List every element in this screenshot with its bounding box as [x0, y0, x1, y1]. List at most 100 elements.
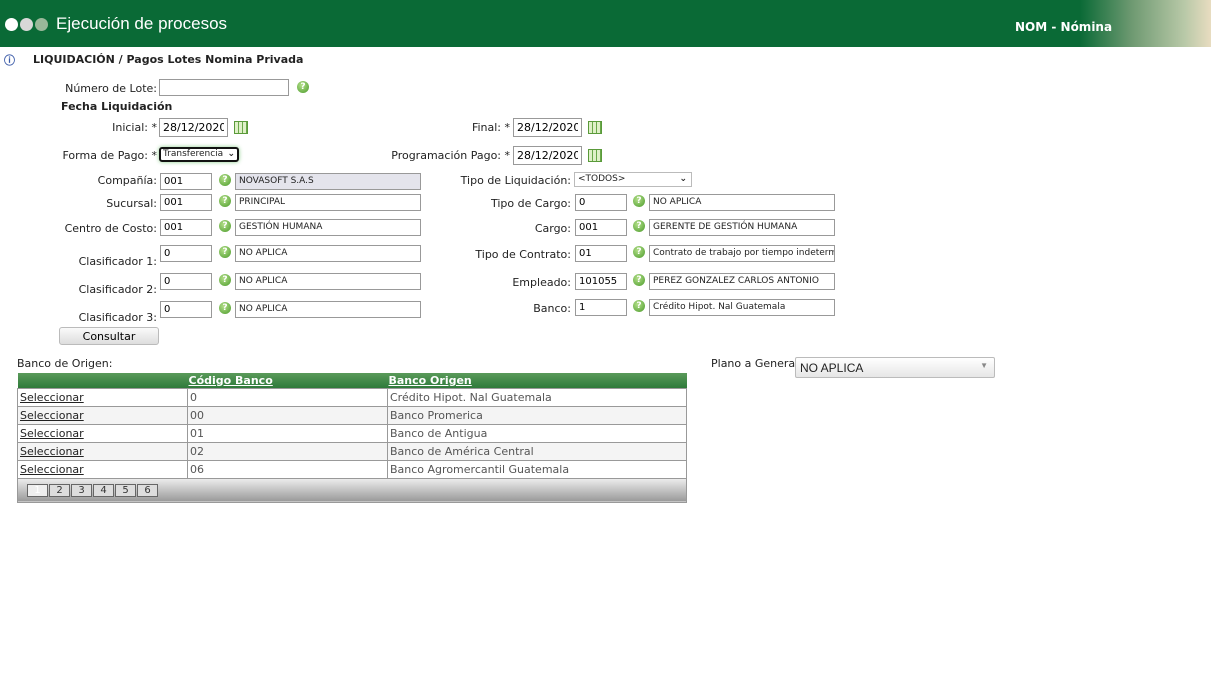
code-input[interactable] [160, 173, 212, 190]
seleccionar-link[interactable]: Seleccionar [20, 463, 84, 476]
consultar-button[interactable]: Consultar [59, 327, 159, 345]
module-name: NOM - Nómina [1015, 20, 1113, 34]
codigo-cell: 00 [187, 405, 388, 425]
inicial-label: Inicial: * [112, 121, 157, 134]
banco-cell: Banco Agromercantil Guatemala [387, 459, 687, 479]
page-button[interactable]: 3 [71, 484, 92, 497]
field-label: Tipo de Contrato: [475, 248, 571, 261]
code-input[interactable] [160, 245, 212, 262]
code-input[interactable] [575, 194, 627, 211]
page-button[interactable]: 5 [115, 484, 136, 497]
field-label: Tipo de Cargo: [490, 197, 571, 210]
field-label: Empleado: [512, 276, 571, 289]
column-header [17, 373, 188, 388]
chevron-down-icon: ⌄ [679, 174, 687, 184]
column-header-codigo[interactable]: Código Banco [187, 373, 388, 388]
field-label: Sucursal: [106, 197, 157, 210]
codigo-cell: 01 [187, 423, 388, 443]
field-label: Compañía: [97, 174, 157, 187]
help-icon[interactable]: ? [633, 246, 645, 258]
banco-cell: Crédito Hipot. Nal Guatemala [387, 387, 687, 407]
calendar-icon[interactable] [234, 121, 248, 134]
banco-cell: Banco Promerica [387, 405, 687, 425]
calendar-icon[interactable] [588, 121, 602, 134]
seleccionar-link[interactable]: Seleccionar [20, 427, 84, 440]
banco-origen-label: Banco de Origen: [17, 357, 113, 370]
field-label: Clasificador 1: [78, 255, 157, 268]
plano-label: Plano a Generar: [711, 357, 804, 370]
breadcrumb: LIQUIDACIÓN / Pagos Lotes Nomina Privada [33, 53, 304, 66]
dot-icon [5, 18, 18, 31]
tipo-liquidacion-value: <TODOS> [578, 174, 626, 184]
plano-value: NO APLICA [800, 361, 864, 375]
forma-pago-value: Transferencia [163, 149, 224, 159]
field-label: Clasificador 2: [78, 283, 157, 296]
code-input[interactable] [160, 301, 212, 318]
banco-cell: Banco de América Central [387, 441, 687, 461]
code-input[interactable] [160, 273, 212, 290]
code-input[interactable] [575, 245, 627, 262]
codigo-cell: 06 [187, 459, 388, 479]
forma-pago-label: Forma de Pago: * [62, 149, 158, 162]
page-button[interactable]: 2 [49, 484, 70, 497]
seleccionar-link[interactable]: Seleccionar [20, 391, 84, 404]
code-input[interactable] [575, 299, 627, 316]
dot-icon [35, 18, 48, 31]
help-icon[interactable]: ? [633, 274, 645, 286]
field-label: Clasificador 3: [78, 311, 157, 324]
table-row: Seleccionar 00 Banco Promerica [17, 405, 687, 425]
seleccionar-link[interactable]: Seleccionar [20, 409, 84, 422]
lote-input[interactable] [159, 79, 289, 96]
fecha-section-title: Fecha Liquidación [61, 100, 173, 113]
name-field[interactable]: GERENTE DE GESTIÓN HUMANA [649, 219, 835, 236]
help-icon[interactable]: ? [633, 300, 645, 312]
name-field[interactable]: Crédito Hipot. Nal Guatemala [649, 299, 835, 316]
field-label: Cargo: [534, 222, 571, 235]
help-icon[interactable]: ? [633, 195, 645, 207]
help-icon[interactable]: ? [219, 195, 231, 207]
plano-select[interactable]: NO APLICA ▼ [795, 357, 995, 378]
final-label: Final: * [471, 121, 510, 134]
page-button[interactable]: 6 [137, 484, 158, 497]
help-icon[interactable]: ? [633, 220, 645, 232]
pagination: 123456 [17, 477, 687, 503]
table-row: Seleccionar 02 Banco de América Central [17, 441, 687, 461]
name-field[interactable]: NOVASOFT S.A.S [235, 173, 421, 190]
codigo-cell: 0 [187, 387, 388, 407]
inicial-date-input[interactable] [159, 118, 228, 137]
help-icon[interactable]: ? [219, 174, 231, 186]
column-header-banco[interactable]: Banco Origen [387, 373, 687, 388]
page-button[interactable]: 4 [93, 484, 114, 497]
calendar-icon[interactable] [588, 149, 602, 162]
banco-origen-table: Código Banco Banco Origen Seleccionar 0 … [17, 373, 687, 503]
forma-pago-select[interactable]: Transferencia ⌄ [159, 147, 239, 162]
dot-icon [20, 18, 33, 31]
help-icon[interactable]: ? [219, 220, 231, 232]
seleccionar-link[interactable]: Seleccionar [20, 445, 84, 458]
name-field[interactable]: NO APLICA [649, 194, 835, 211]
code-input[interactable] [160, 194, 212, 211]
app-header: Ejecución de procesos NOM - Nómina [0, 0, 1211, 47]
lote-label: Número de Lote: [65, 82, 157, 95]
help-icon[interactable]: ? [219, 274, 231, 286]
help-icon[interactable]: ? [297, 81, 309, 93]
help-icon[interactable]: ? [219, 302, 231, 314]
banco-cell: Banco de Antigua [387, 423, 687, 443]
final-date-input[interactable] [513, 118, 582, 137]
tipo-liquidacion-select[interactable]: <TODOS> ⌄ [574, 172, 692, 187]
field-label: Banco: [533, 302, 571, 315]
programacion-label: Programación Pago: * [391, 149, 510, 162]
page-button[interactable]: 1 [27, 484, 48, 497]
help-icon[interactable]: ? [219, 246, 231, 258]
code-input[interactable] [575, 219, 627, 236]
chevron-down-icon: ⌄ [227, 149, 235, 159]
name-field[interactable]: Contrato de trabajo por tiempo indetermi… [649, 245, 835, 262]
programacion-date-input[interactable] [513, 146, 582, 165]
app-title: Ejecución de procesos [56, 14, 228, 33]
dropdown-arrow-icon: ▼ [980, 361, 988, 370]
code-input[interactable] [160, 219, 212, 236]
code-input[interactable] [575, 273, 627, 290]
field-label: Centro de Costo: [64, 222, 157, 235]
info-icon: ⓘ [4, 54, 15, 67]
name-field[interactable]: PEREZ GONZALEZ CARLOS ANTONIO [649, 273, 835, 290]
